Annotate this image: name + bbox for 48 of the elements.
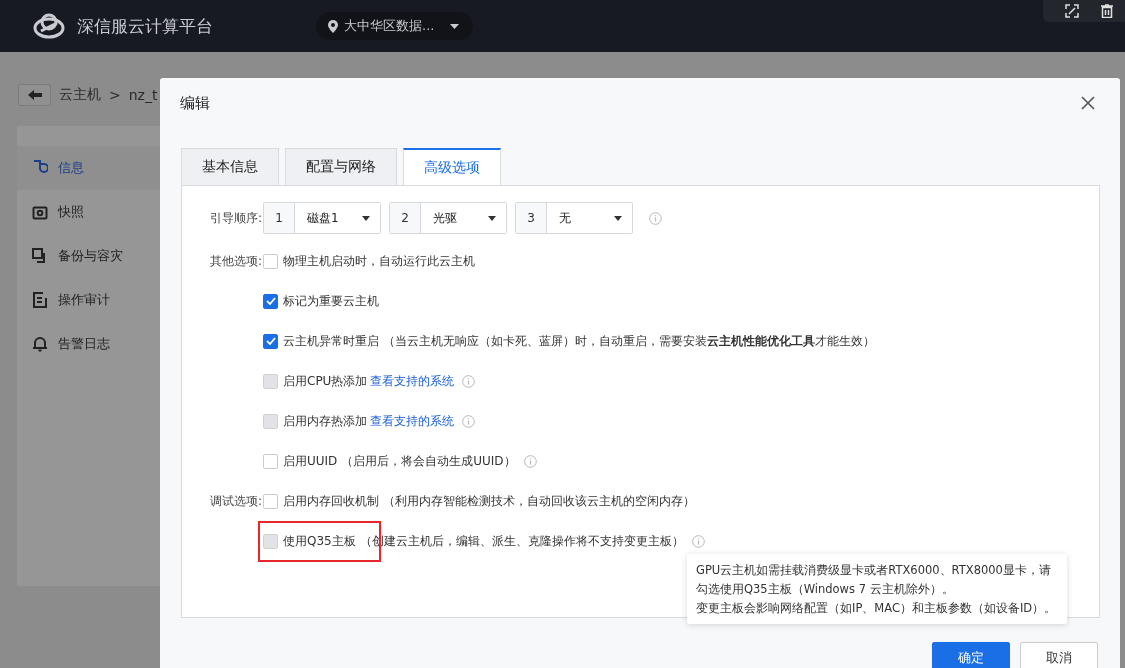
field-label: 引导顺序: xyxy=(208,209,262,227)
option-label: 启用UUID （启用后，将会自动生成UUID） xyxy=(283,452,516,470)
checkbox[interactable] xyxy=(263,333,278,349)
info-icon[interactable] xyxy=(523,454,537,468)
tooltip-text: 勾选使用Q35主板（Windows 7 云主机除外）。 xyxy=(696,581,955,597)
sidebar-item[interactable]: 快照 xyxy=(17,190,177,234)
region-dropdown[interactable]: 大中华区数据... xyxy=(316,12,474,40)
document-icon xyxy=(32,160,48,176)
bell-icon xyxy=(32,336,48,352)
confirm-button[interactable]: 确定 xyxy=(932,642,1010,668)
tab[interactable]: 基本信息 xyxy=(181,148,279,185)
option-label: 物理主机启动时，自动运行此云主机 xyxy=(283,252,475,270)
tooltip-text: GPU云主机如需挂载消费级显卡或者RTX6000、RTX8000显卡，请 xyxy=(696,562,1052,578)
group-label: 其他选项: xyxy=(208,252,262,270)
back-arrow-icon xyxy=(27,90,42,100)
copy-icon xyxy=(32,248,48,264)
option-label: 启用内存热添加 xyxy=(283,412,367,430)
checkbox[interactable] xyxy=(263,253,278,269)
dialog-title: 编辑 xyxy=(180,93,210,113)
location-pin-icon xyxy=(328,19,338,33)
close-icon[interactable] xyxy=(1081,96,1095,110)
back-button[interactable] xyxy=(18,84,51,106)
option-label: 标记为重要云主机 xyxy=(283,292,379,310)
sidebar-item[interactable]: 备份与容灾 xyxy=(17,234,177,278)
breadcrumb-item: nz_t xyxy=(128,87,158,103)
document-icon xyxy=(32,292,48,308)
tab[interactable]: 配置与网络 xyxy=(285,148,397,185)
trash-icon[interactable] xyxy=(1101,4,1113,18)
option-label: 启用内存回收机制 （利用内存智能检测技术，自动回收该云主机的空闲内存） xyxy=(283,492,695,510)
sidebar-item[interactable]: 操作审计 xyxy=(17,278,177,322)
sidebar-item[interactable]: 告警日志 xyxy=(17,322,177,366)
info-icon[interactable] xyxy=(649,211,662,225)
option-label: 启用CPU热添加 xyxy=(283,372,368,390)
cancel-button[interactable]: 取消 xyxy=(1020,642,1098,668)
logo-icon xyxy=(33,12,65,40)
checkbox[interactable] xyxy=(263,293,278,309)
camera-icon xyxy=(32,204,48,220)
checkbox[interactable] xyxy=(263,493,278,509)
fullscreen-icon[interactable] xyxy=(1065,4,1079,18)
tab[interactable]: 高级选项 xyxy=(403,148,501,186)
breadcrumb-separator: > xyxy=(109,87,121,103)
tooltip-text: 变更主板会影响网络配置（如IP、MAC）和主板参数（如设备ID）。 xyxy=(696,600,1058,616)
caret-icon xyxy=(450,23,460,29)
group-label: 调试选项: xyxy=(208,492,262,510)
checkbox[interactable] xyxy=(263,453,278,469)
option-label: 云主机异常时重启 （当云主机无响应（如卡死、蓝屏）时，自动重启，需要安装云主机性能优化工具才能生效） xyxy=(283,332,875,350)
app-title: 深信服云计算平台 xyxy=(77,14,213,38)
breadcrumb-item[interactable]: 云主机 xyxy=(59,86,101,104)
